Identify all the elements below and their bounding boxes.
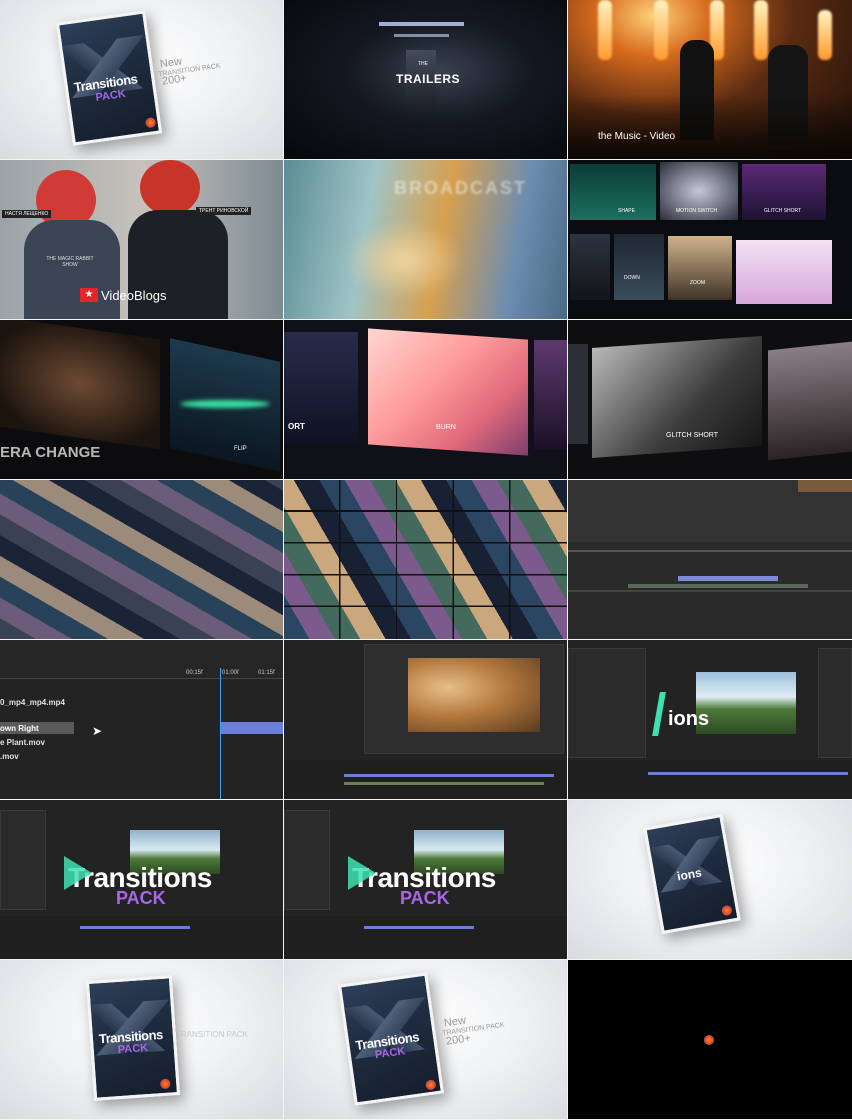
tile-videoblogs[interactable]: НАСТЯ ЛЕЩЕНКО ТРЕНТ РИНОВСКОЙ THE MAGIC … [0,160,283,319]
label-zoom: ZOOM [690,280,705,286]
label-glitch-short: GLITCH SHORT [764,208,802,214]
product-box: Transitions PACK [55,10,163,146]
tile-burn[interactable]: ORT BURN [284,320,567,479]
product-box-3: Transitions PACK [337,972,445,1106]
tile-camera-change[interactable]: ERA CHANGE FLIP [0,320,283,479]
music-video-caption: the Music - Video [598,131,676,142]
flip-label: FLIP [234,446,247,452]
tile-broadcast-blur[interactable]: BROADCAST [284,160,567,319]
layer-row-2[interactable]: e Plant.mov [0,738,45,747]
mouse-cursor-icon: ➤ [92,724,103,738]
logo-title-pack-2: PACK [400,888,450,908]
product-box-ions: ions [643,813,741,935]
ghost-label: TRANSITION PACK [176,1030,248,1039]
count-label: 200+ [161,72,188,88]
brand-logo-icon [159,1078,171,1090]
layer-bar[interactable] [220,722,283,734]
camera-change-caption: ERA CHANGE [0,444,101,461]
videoblogs-caption: VideoBlogs [101,288,167,303]
timeline-time-0: 00:15f [186,670,203,676]
trailers-title: TRAILERS [396,72,460,86]
tile-box-ions[interactable]: ions [568,800,852,959]
layer-row-3[interactable]: .mov [0,752,19,761]
brand-logo-icon [704,1035,714,1045]
layer-row-0[interactable]: 0_mp4_mp4.mp4 [0,698,65,707]
play-triangle-icon [348,856,376,890]
trailers-the: THE [418,61,428,67]
tile-box-ghost[interactable]: Transitions PACK TRANSITION PACK [0,960,283,1119]
logo-title-pack: PACK [116,888,166,908]
star-icon: ★ [80,288,98,302]
shirt-text: THE MAGIC RABBIT SHOW [46,256,94,268]
play-triangle-icon [64,856,92,890]
tile-ae-timeline-zoom[interactable] [568,480,852,639]
product-box-2: Transitions PACK [85,975,181,1101]
name-tag-left: НАСТЯ ЛЕЩЕНКО [2,210,52,218]
ions-text: ions [668,708,710,730]
layer-row-1[interactable]: own Right [0,724,39,733]
glitch-short-caption: GLITCH SHORT [666,432,718,439]
label-shape: SHAPE [618,208,635,214]
tile-black-end[interactable] [568,960,852,1119]
label-motion-switch: MOTION SWITCH [676,208,718,214]
broadcast-text: BROADCAST [394,178,527,198]
count-label-2: 200+ [445,1032,472,1048]
tile-music-video[interactable]: the Music - Video [568,0,852,159]
name-tag-right: ТРЕНТ РИНОВСКОЙ [196,207,252,215]
tile-mosaic-tilted[interactable] [0,480,283,639]
brand-logo-icon [721,904,733,917]
box2-title-pack: PACK [117,1041,149,1057]
timeline-time-1: 01:00f [222,670,239,676]
burn-left-label: ORT [288,422,305,431]
tile-ae-ions[interactable]: ions [568,640,852,799]
tile-ae-comp-blur[interactable] [284,640,567,799]
tile-trailers[interactable]: THE TRAILERS [284,0,567,159]
tile-mosaic-grid[interactable] [284,480,567,639]
tile-ae-logo-2[interactable]: Transitions PACK [284,800,567,959]
tile-ae-logo-1[interactable]: Transitions PACK [0,800,283,959]
tile-glitch-short[interactable]: GLITCH SHORT [568,320,852,479]
label-down: DOWN [624,275,640,281]
brand-logo-icon [425,1079,437,1091]
burn-label: BURN [436,424,456,431]
tile-box-intro[interactable]: Transitions PACK New TRANSITION PACK 200… [0,0,283,159]
playhead[interactable] [220,668,221,799]
timeline-time-2: 01:15f [258,670,275,676]
tile-ae-layers[interactable]: 00:15f 01:00f 01:15f 0_mp4_mp4.mp4 own R… [0,640,283,799]
tile-box-final[interactable]: Transitions PACK New TRANSITION PACK 200… [284,960,567,1119]
brand-logo-icon [144,116,157,129]
thumbnail-grid: Transitions PACK New TRANSITION PACK 200… [0,0,852,1120]
tile-transitions-wall[interactable]: SHAPE MOTION SWITCH GLITCH SHORT DOWN ZO… [568,160,852,319]
